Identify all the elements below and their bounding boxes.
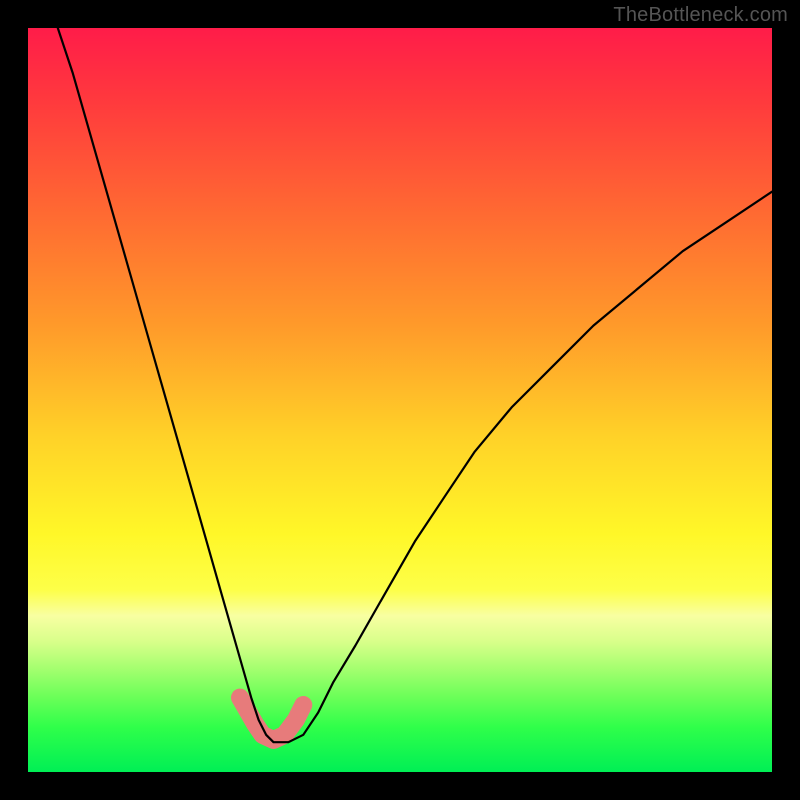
bottleneck-curve-layer [28, 28, 772, 772]
chart-frame: TheBottleneck.com [0, 0, 800, 800]
bottleneck-curve [58, 28, 772, 742]
highlight-band [240, 698, 303, 740]
plot-area [28, 28, 772, 772]
watermark-text: TheBottleneck.com [613, 4, 788, 27]
